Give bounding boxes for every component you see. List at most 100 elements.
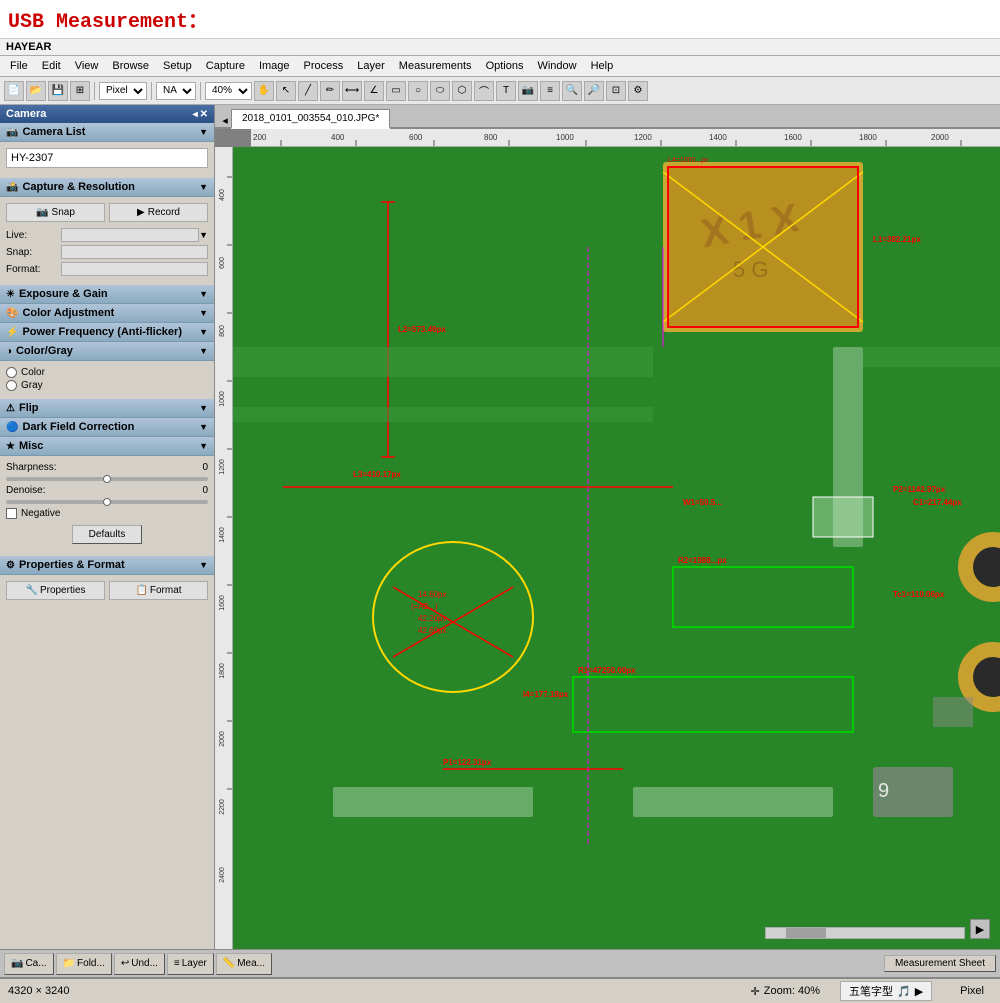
color-radio[interactable]	[6, 367, 17, 378]
toolbar-settings[interactable]: ⚙	[628, 81, 648, 101]
menu-item-setup[interactable]: Setup	[157, 58, 198, 74]
toolbar-measure[interactable]: ⟷	[342, 81, 362, 101]
toolbar-circle[interactable]: ○	[408, 81, 428, 101]
toolbar-polygon[interactable]: ⬡	[452, 81, 472, 101]
svg-text:800: 800	[484, 133, 498, 142]
menu-item-image[interactable]: Image	[253, 58, 296, 74]
toolbar-camera2[interactable]: 📷	[518, 81, 538, 101]
cursor-item: ✛ Zoom: 40%	[751, 985, 820, 998]
menu-item-window[interactable]: Window	[531, 58, 582, 74]
camera-taskbar-icon: 📷	[11, 958, 23, 969]
toolbar-arrow[interactable]: ↖	[276, 81, 296, 101]
format-button[interactable]: 📋 Format	[109, 581, 208, 600]
toolbar-curve[interactable]: ⌒	[474, 81, 494, 101]
dark-field-header[interactable]: 🔵 Dark Field Correction ▼	[0, 418, 214, 437]
panel-header[interactable]: Camera ◂ ✕	[0, 105, 214, 123]
toolbar-ellipse[interactable]: ⬭	[430, 81, 450, 101]
toolbar-text[interactable]: T	[496, 81, 516, 101]
color-gray-header[interactable]: ◑ Color/Gray ▼	[0, 342, 214, 361]
format-input	[61, 262, 208, 276]
denoise-label: Denoise:	[6, 485, 66, 496]
menu-item-measurements[interactable]: Measurements	[393, 58, 478, 74]
panel-close-icon[interactable]: ✕	[200, 109, 208, 120]
toolbar-zoom-out[interactable]: 🔎	[584, 81, 604, 101]
denoise-thumb[interactable]	[103, 498, 111, 506]
misc-header[interactable]: ★ Misc ▼	[0, 437, 214, 456]
toolbar: 📄 📂 💾 ⊞ Pixel NA 40% ✋ ↖ ╱ ✏ ⟷ ∠ ▭ ○ ⬭ ⬡…	[0, 77, 1000, 105]
camera-name[interactable]: HY-2307	[6, 148, 208, 168]
sharpness-thumb[interactable]	[103, 475, 111, 483]
svg-text:1800: 1800	[859, 133, 877, 142]
pcb-image: X 1 X 5 G L1=382.21px L4=1000...p	[233, 147, 1000, 949]
toolbar-fit[interactable]: ⊡	[606, 81, 626, 101]
capture-content: 📷 Snap ▶ Record Live: ▼ Snap: Format:	[0, 197, 214, 285]
toolbar-zoom-in[interactable]: 🔍	[562, 81, 582, 101]
taskbar-undo[interactable]: ↩ Und...	[114, 953, 165, 975]
power-header[interactable]: ⚡ Power Frequency (Anti-flicker) ▼	[0, 323, 214, 342]
taskbar-measure[interactable]: 📏 Mea...	[216, 953, 272, 975]
denoise-track[interactable]	[6, 500, 208, 504]
svg-text:L1=382.21px: L1=382.21px	[873, 235, 921, 244]
properties-button[interactable]: 🔧 Properties	[6, 581, 105, 600]
denoise-row: Denoise: 0	[6, 485, 208, 496]
flip-header[interactable]: ⚠ Flip ▼	[0, 399, 214, 418]
image-tab[interactable]: 2018_0101_003554_010.JPG*	[231, 109, 390, 129]
toolbar-grid[interactable]: ⊞	[70, 81, 90, 101]
scroll-bar-bottom[interactable]	[765, 927, 965, 939]
tab-scroll-left[interactable]: ◂	[219, 114, 231, 127]
svg-text:1200: 1200	[634, 133, 652, 142]
image-viewport[interactable]: X 1 X 5 G L1=382.21px L4=1000...p	[233, 147, 1000, 949]
taskbar-layer[interactable]: ≡ Layer	[167, 953, 214, 975]
negative-checkbox[interactable]	[6, 508, 17, 519]
color-adj-header[interactable]: 🎨 Color Adjustment ▼	[0, 304, 214, 323]
zoom-select[interactable]: 40%	[205, 82, 252, 100]
menu-item-view[interactable]: View	[69, 58, 105, 74]
live-input	[61, 228, 199, 242]
svg-text:1200: 1200	[219, 459, 226, 475]
exposure-header[interactable]: ☀ Exposure & Gain ▼	[0, 285, 214, 304]
menu-item-layer[interactable]: Layer	[351, 58, 391, 74]
unit-text: Pixel	[960, 985, 984, 997]
gray-radio[interactable]	[6, 380, 17, 391]
sharpness-slider-row	[6, 477, 208, 481]
menu-item-edit[interactable]: Edit	[36, 58, 67, 74]
camera-list-header[interactable]: 📷 Camera List ▼	[0, 123, 214, 142]
record-label: Record	[148, 207, 180, 218]
toolbar-pen[interactable]: ✏	[320, 81, 340, 101]
taskbar-folder[interactable]: 📁 Fold...	[56, 953, 112, 975]
capture-header[interactable]: 📸 Capture & Resolution ▼	[0, 178, 214, 197]
toolbar-hand[interactable]: ✋	[254, 81, 274, 101]
measurement-sheet-tab[interactable]: Measurement Sheet	[884, 955, 996, 972]
panel-pin-icon[interactable]: ◂	[193, 109, 198, 120]
toolbar-save[interactable]: 💾	[48, 81, 68, 101]
denoise-value: 0	[188, 485, 208, 496]
properties-header[interactable]: ⚙ Properties & Format ▼	[0, 556, 214, 575]
misc-icon: ★	[6, 441, 15, 452]
power-arrow: ▼	[199, 327, 208, 337]
toolbar-new[interactable]: 📄	[4, 81, 24, 101]
color-adj-icon: 🎨	[6, 308, 18, 319]
menu-item-help[interactable]: Help	[585, 58, 620, 74]
color-adj-label: Color Adjustment	[22, 307, 114, 319]
snap-button[interactable]: 📷 Snap	[6, 203, 105, 222]
defaults-button[interactable]: Defaults	[72, 525, 143, 544]
toolbar-line[interactable]: ╱	[298, 81, 318, 101]
menu-item-file[interactable]: File	[4, 58, 34, 74]
toolbar-angle[interactable]: ∠	[364, 81, 384, 101]
layer-taskbar-icon: ≡	[174, 958, 180, 969]
menu-item-browse[interactable]: Browse	[106, 58, 155, 74]
na-select[interactable]: NA	[156, 82, 196, 100]
ime-indicator[interactable]: 五笔字型 🎵 ▶	[840, 981, 932, 1001]
color-gray-label: Color/Gray	[16, 345, 73, 357]
toolbar-layers[interactable]: ≡	[540, 81, 560, 101]
menu-item-capture[interactable]: Capture	[200, 58, 251, 74]
record-button[interactable]: ▶ Record	[109, 203, 208, 222]
taskbar-camera[interactable]: 📷 Ca...	[4, 953, 54, 975]
toolbar-rect[interactable]: ▭	[386, 81, 406, 101]
toolbar-open[interactable]: 📂	[26, 81, 46, 101]
sharpness-track[interactable]	[6, 477, 208, 481]
scroll-right[interactable]: ▶	[970, 919, 990, 939]
pixel-select[interactable]: Pixel	[99, 82, 147, 100]
menu-item-process[interactable]: Process	[298, 58, 350, 74]
menu-item-options[interactable]: Options	[480, 58, 530, 74]
